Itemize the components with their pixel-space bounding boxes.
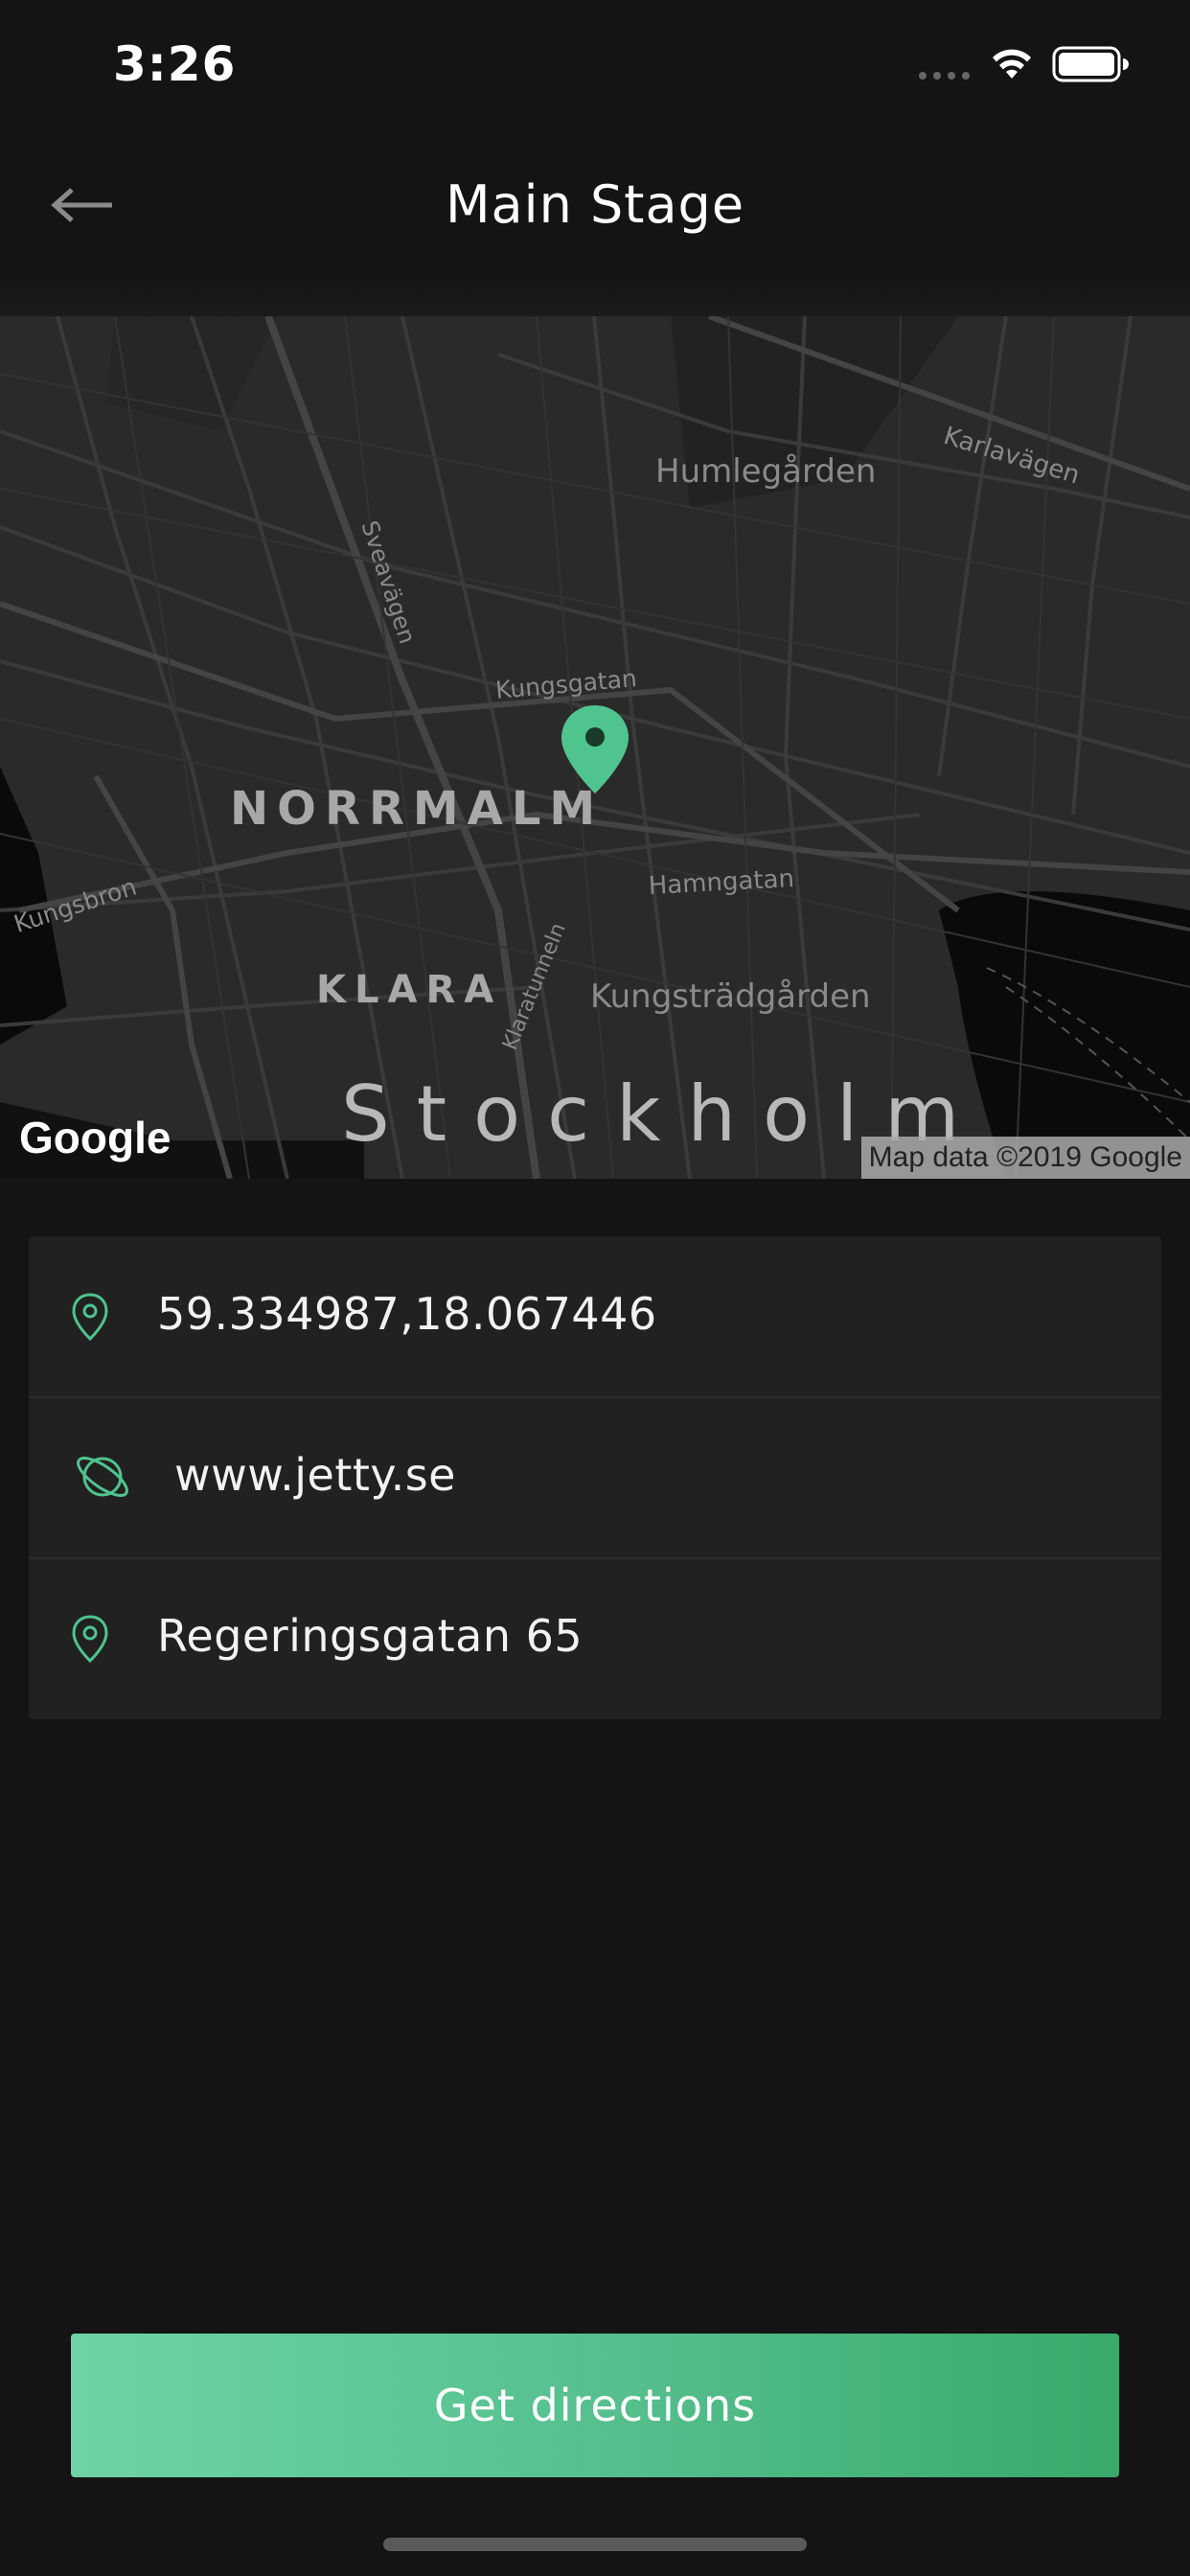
map-view[interactable]: Humlegården Karlavägen Sveavägen Kungsga…	[0, 316, 1190, 1179]
wifi-icon	[993, 49, 1031, 79]
address-text: Regeringsgatan 65	[157, 1610, 584, 1662]
page-title: Main Stage	[445, 174, 745, 235]
header-divider	[0, 278, 1190, 316]
get-directions-button[interactable]: Get directions	[71, 2334, 1119, 2477]
location-pin-icon[interactable]	[560, 703, 630, 795]
map-label-humlegarden: Humlegården	[655, 452, 877, 491]
map-attribution[interactable]: Map data ©2019 Google	[860, 1137, 1190, 1179]
location-pin-outline-icon	[72, 1615, 108, 1664]
map-label-norrmalm: NORRMALM	[230, 782, 605, 836]
map-label-kungstradgarden: Kungsträdgården	[590, 978, 871, 1016]
status-bar: 3:26	[0, 0, 1190, 134]
address-row[interactable]: Regeringsgatan 65	[29, 1558, 1161, 1718]
website-link[interactable]: www.jetty.se	[174, 1449, 456, 1501]
google-logo: Google	[19, 1113, 172, 1162]
coordinates-text: 59.334987,18.067446	[157, 1288, 657, 1340]
coordinates-row[interactable]: 59.334987,18.067446	[29, 1236, 1161, 1398]
map-label-klara: KLARA	[316, 968, 503, 1012]
website-row[interactable]: www.jetty.se	[29, 1397, 1161, 1559]
venue-details-card: 59.334987,18.067446 www.jetty.se Regerin…	[29, 1236, 1161, 1719]
header: Main Stage	[0, 134, 1190, 278]
cellular-signal-icon	[919, 72, 970, 80]
battery-icon	[1052, 46, 1129, 82]
status-time: 3:26	[113, 36, 237, 92]
home-indicator[interactable]	[383, 2538, 807, 2551]
globe-planet-icon	[77, 1457, 128, 1497]
location-pin-outline-icon	[72, 1293, 108, 1342]
